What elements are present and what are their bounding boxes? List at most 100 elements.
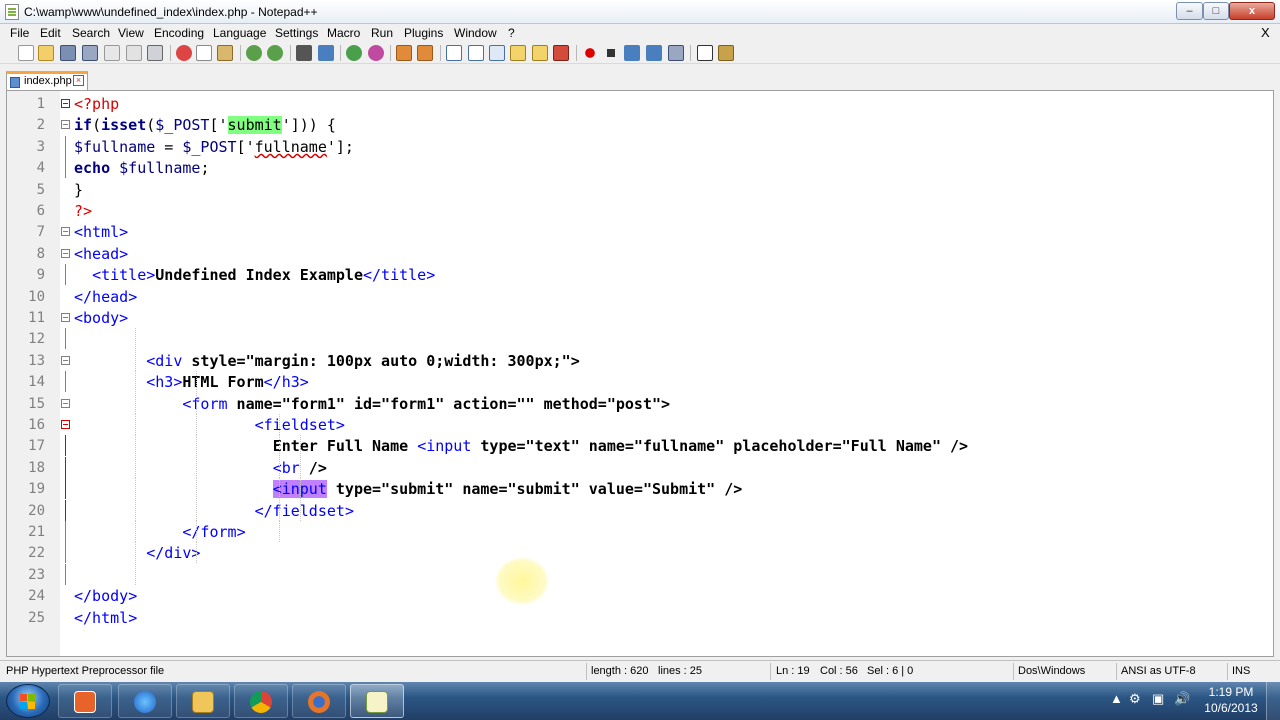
taskbar-file-explorer[interactable] xyxy=(176,684,230,718)
word-wrap-icon[interactable] xyxy=(446,45,462,61)
taskbar-internet-explorer[interactable] xyxy=(118,684,172,718)
indent-guide xyxy=(135,499,136,521)
clock-date[interactable]: 10/6/2013 xyxy=(1200,701,1262,715)
tab-close-icon[interactable]: × xyxy=(73,75,84,86)
menu-run[interactable]: Run xyxy=(371,26,393,40)
code-line[interactable]: 23 xyxy=(7,563,1273,585)
code-line[interactable]: 9 <title>Undefined Index Example</title> xyxy=(7,264,1273,286)
fold-toggle-icon[interactable] xyxy=(61,355,70,365)
close-button[interactable]: x xyxy=(1229,2,1275,20)
function-list-icon[interactable] xyxy=(553,45,569,61)
line-number: 6 xyxy=(36,203,45,219)
code-line[interactable]: 2 if(isset($_POST['submit'])) { xyxy=(7,114,1273,135)
new-file-icon[interactable] xyxy=(18,45,34,61)
status-separator xyxy=(1116,663,1117,680)
indent-guide xyxy=(279,456,280,478)
code-line[interactable]: 11 <body> xyxy=(7,307,1273,328)
ds-plugin-icon[interactable] xyxy=(697,45,713,61)
code-line[interactable]: 5} xyxy=(7,179,1273,200)
menu-search[interactable]: Search xyxy=(72,26,110,40)
code-text: </body> xyxy=(74,587,138,606)
indent-guide-icon[interactable] xyxy=(489,45,505,61)
code-line[interactable]: 25 </html> xyxy=(7,607,1273,628)
play-multiple-icon[interactable] xyxy=(646,45,662,61)
zoom-out-icon[interactable] xyxy=(368,45,384,61)
fold-toggle-icon[interactable] xyxy=(61,99,70,108)
taskbar-media-player[interactable] xyxy=(58,684,112,718)
copy-icon[interactable] xyxy=(196,45,212,61)
open-file-icon[interactable] xyxy=(38,45,54,61)
code-line[interactable]: 13 <div style="margin: 100px auto 0;widt… xyxy=(7,350,1273,371)
firefox-icon xyxy=(308,691,330,713)
code-line[interactable]: 7 <html> xyxy=(7,221,1273,242)
fold-toggle-icon[interactable] xyxy=(61,313,70,322)
clock-time[interactable]: 1:19 PM xyxy=(1207,685,1255,699)
code-line[interactable]: 6 ?> xyxy=(7,200,1273,221)
sync-horizontal-icon[interactable] xyxy=(417,45,433,61)
cut-icon[interactable] xyxy=(176,45,192,61)
play-macro-icon[interactable] xyxy=(624,45,640,61)
line-number: 18 xyxy=(28,459,45,476)
fold-toggle-icon[interactable] xyxy=(61,398,70,408)
user-language-icon[interactable] xyxy=(510,45,526,61)
status-eol: Dos\Windows xyxy=(1018,665,1086,677)
network-icon[interactable]: ▣ xyxy=(1152,691,1164,707)
code-line[interactable]: 12 xyxy=(7,328,1273,350)
menu-edit[interactable]: Edit xyxy=(40,26,61,40)
sync-vertical-icon[interactable] xyxy=(396,45,412,61)
start-button[interactable] xyxy=(6,684,50,718)
show-desktop-button[interactable] xyxy=(1266,682,1280,720)
doc-map-icon[interactable] xyxy=(532,45,548,61)
menu-encoding[interactable]: Encoding xyxy=(154,26,204,40)
save-icon[interactable] xyxy=(60,45,76,61)
maximize-button[interactable]: □ xyxy=(1203,2,1229,20)
taskbar-chrome[interactable] xyxy=(234,684,288,718)
line-number: 19 xyxy=(28,481,45,498)
tray-app-icon[interactable]: ⚙ xyxy=(1129,691,1141,707)
menu-macro[interactable]: Macro xyxy=(327,26,360,40)
fold-toggle-icon[interactable] xyxy=(61,248,70,258)
close-file-icon[interactable] xyxy=(104,45,120,61)
code-line[interactable]: 8 <head> xyxy=(7,243,1273,264)
minimize-button[interactable]: – xyxy=(1176,2,1203,20)
record-macro-icon[interactable] xyxy=(582,45,598,61)
save-all-icon[interactable] xyxy=(82,45,98,61)
code-line[interactable]: 24 </body> xyxy=(7,585,1273,606)
menu-window[interactable]: Window xyxy=(454,26,497,40)
code-line[interactable]: 1 <?php xyxy=(7,93,1273,114)
zoom-in-icon[interactable] xyxy=(346,45,362,61)
indent-guide xyxy=(196,478,197,500)
fold-toggle-icon[interactable] xyxy=(61,227,70,237)
menu-settings[interactable]: Settings xyxy=(275,26,318,40)
taskbar-notepadpp[interactable] xyxy=(350,684,404,718)
tab-index-php[interactable]: index.php × xyxy=(6,71,88,90)
menu-plugins[interactable]: Plugins xyxy=(404,26,443,40)
taskbar-firefox[interactable] xyxy=(292,684,346,718)
fold-toggle-icon[interactable] xyxy=(61,120,70,130)
menu-file[interactable]: File xyxy=(10,26,29,40)
close-document-x[interactable]: X xyxy=(1261,25,1270,40)
code-line[interactable]: 10 </head> xyxy=(7,286,1273,307)
find-icon[interactable] xyxy=(296,45,312,61)
tab-bar: index.php × xyxy=(0,66,1280,90)
fold-toggle-icon[interactable] xyxy=(61,420,70,429)
menu-help[interactable]: ? xyxy=(508,26,515,40)
paste-icon[interactable] xyxy=(217,45,233,61)
print-icon[interactable] xyxy=(147,45,163,61)
redo-icon[interactable] xyxy=(267,45,283,61)
code-editor[interactable]: 1 <?php 2 if(isset($_POST['submit'])) {3 $fu… xyxy=(6,90,1274,657)
close-all-icon[interactable] xyxy=(126,45,142,61)
stop-macro-icon[interactable] xyxy=(603,45,619,61)
plugin-icon[interactable] xyxy=(718,45,734,61)
volume-icon[interactable]: 🔊 xyxy=(1174,691,1190,707)
save-macro-icon[interactable] xyxy=(668,45,684,61)
menu-view[interactable]: View xyxy=(118,26,144,40)
menu-language[interactable]: Language xyxy=(213,26,266,40)
replace-icon[interactable] xyxy=(318,45,334,61)
code-line[interactable]: 3 $fullname = $_POST['fullname']; xyxy=(7,135,1273,157)
show-all-chars-icon[interactable] xyxy=(468,45,484,61)
undo-icon[interactable] xyxy=(246,45,262,61)
code-line[interactable]: 4 echo $fullname; xyxy=(7,157,1273,179)
status-encoding: ANSI as UTF-8 xyxy=(1121,665,1196,677)
tray-expand-icon[interactable]: ▲ xyxy=(1110,691,1123,706)
